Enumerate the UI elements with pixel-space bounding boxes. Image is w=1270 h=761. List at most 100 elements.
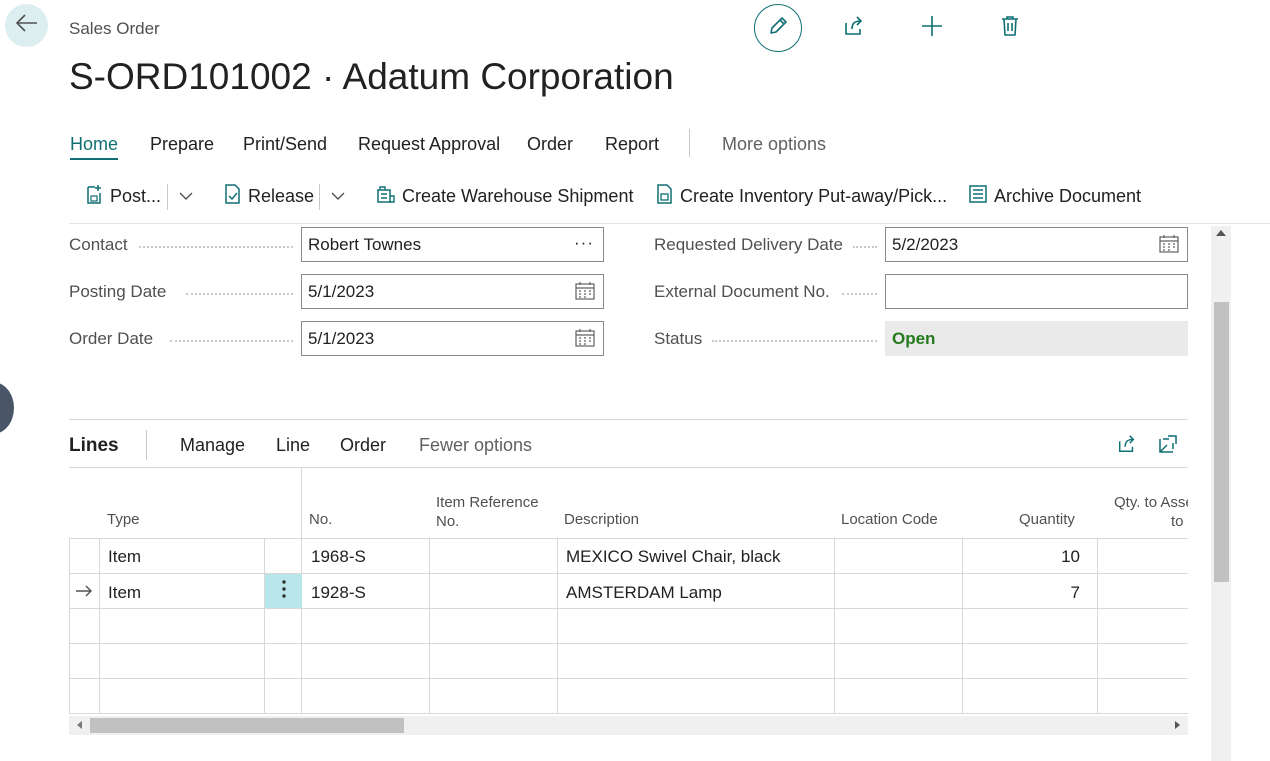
share-icon [843,15,865,42]
contact-field[interactable]: Robert Townes ··· [301,227,604,262]
posting-date-field[interactable]: 5/1/2023 [301,274,604,309]
tab-print-send[interactable]: Print/Send [243,134,327,155]
external-document-no-field[interactable] [885,274,1188,309]
lines-fewer-options-button[interactable]: Fewer options [419,435,532,456]
post-button[interactable]: Post... [86,181,161,211]
archive-document-label: Archive Document [994,185,1142,206]
scroll-up-arrow-icon[interactable] [1216,230,1226,236]
grid-divider [69,608,1188,609]
action-bar-divider [69,223,1270,224]
side-panel-handle[interactable] [0,382,14,434]
cell-description[interactable]: MEXICO Swivel Chair, black [566,547,780,567]
requested-delivery-date-field[interactable]: 5/2/2023 [885,227,1188,262]
lines-tab-manage[interactable]: Manage [180,435,245,456]
archive-icon [968,184,988,209]
order-date-value: 5/1/2023 [308,329,375,348]
create-inventory-putaway-label: Create Inventory Put-away/Pick... [680,185,948,206]
cell-type[interactable]: Item [108,547,141,567]
field-dots [712,340,877,342]
scrollbar-thumb[interactable] [90,718,404,733]
chevron-down-icon [179,187,193,205]
delete-button[interactable] [986,4,1034,52]
status-label: Status [654,329,703,348]
order-date-label: Order Date [69,329,154,348]
column-header-no[interactable]: No. [309,510,332,529]
edit-button[interactable] [754,4,802,52]
grid-divider [834,538,835,714]
column-header-description[interactable]: Description [564,510,639,529]
column-header-qty-to-assemble-line1: Qty. to Asse [1114,494,1188,511]
cell-no[interactable]: 1968-S [311,547,366,567]
lines-grid: Type No. Item Reference No. Description … [69,468,1188,714]
field-dots [853,246,877,248]
tab-home[interactable]: Home [70,134,119,160]
requested-delivery-date-label: Requested Delivery Date [654,235,843,254]
create-inventory-putaway-button[interactable]: Create Inventory Put-away/Pick... [656,181,947,211]
grid-divider [69,573,1188,574]
lines-share-button[interactable] [1114,433,1140,459]
grid-divider [962,538,963,714]
back-button[interactable] [5,4,48,47]
post-document-icon [86,184,104,209]
column-header-qty-to-assemble[interactable]: Qty. to Asse to [1114,493,1188,531]
column-header-type[interactable]: Type [107,510,140,529]
share-button[interactable] [830,4,878,52]
grid-divider [69,643,1188,644]
create-warehouse-shipment-button[interactable]: Create Warehouse Shipment [376,181,633,211]
tab-report[interactable]: Report [605,134,659,155]
create-warehouse-shipment-label: Create Warehouse Shipment [402,185,634,206]
cell-type[interactable]: Item [108,583,141,603]
menu-divider [689,129,690,157]
external-document-no-label: External Document No. [654,282,830,301]
action-divider [319,184,320,210]
release-dropdown-button[interactable] [331,181,345,211]
action-divider [167,184,168,210]
cell-quantity[interactable]: 10 [969,547,1080,567]
release-button[interactable]: Release [224,181,314,211]
post-dropdown-button[interactable] [179,181,193,211]
lines-tab-line[interactable]: Line [276,435,310,456]
lines-divider-vertical [146,430,147,460]
field-dots [842,293,877,295]
lines-horizontal-scrollbar[interactable] [69,716,1188,735]
scroll-right-arrow-icon[interactable] [1175,721,1180,729]
cell-description[interactable]: AMSTERDAM Lamp [566,583,722,603]
lines-tab-order[interactable]: Order [340,435,386,456]
page-vertical-scrollbar[interactable] [1211,226,1231,761]
row-actions-button[interactable] [265,574,302,608]
scrollbar-thumb[interactable] [1214,302,1229,582]
tab-order[interactable]: Order [527,134,573,155]
grid-divider [69,538,70,714]
page-kind-label: Sales Order [69,19,160,38]
new-button[interactable] [908,4,956,52]
chevron-down-icon [331,187,345,205]
scroll-left-arrow-icon[interactable] [77,721,82,729]
tab-prepare[interactable]: Prepare [150,134,214,155]
plus-icon [921,15,943,42]
tab-request-approval[interactable]: Request Approval [358,134,500,155]
calendar-icon[interactable] [575,329,595,352]
order-date-field[interactable]: 5/1/2023 [301,321,604,356]
column-header-location-code[interactable]: Location Code [841,510,938,529]
cell-quantity[interactable]: 7 [969,583,1080,603]
more-options-button[interactable]: More options [722,134,826,155]
page-title: S-ORD101002 · Adatum Corporation [69,56,674,97]
column-header-quantity[interactable]: Quantity [1019,510,1075,529]
grid-divider [69,678,1188,679]
lookup-ellipsis-icon[interactable]: ··· [574,233,594,253]
arrow-left-icon [15,14,38,37]
field-dots [170,340,293,342]
share-icon [1117,434,1137,459]
post-label: Post... [110,185,162,206]
lines-expand-button[interactable] [1155,433,1181,459]
calendar-icon[interactable] [1159,235,1179,258]
calendar-icon[interactable] [575,282,595,305]
field-dots [186,293,293,295]
inventory-putaway-icon [656,183,674,209]
column-header-item-reference[interactable]: Item Reference No. [436,493,539,531]
cell-no[interactable]: 1928-S [311,583,366,603]
archive-document-button[interactable]: Archive Document [968,181,1141,211]
release-label: Release [248,185,315,206]
warehouse-shipment-icon [376,184,396,209]
column-header-item-reference-line1: Item Reference [436,494,539,511]
